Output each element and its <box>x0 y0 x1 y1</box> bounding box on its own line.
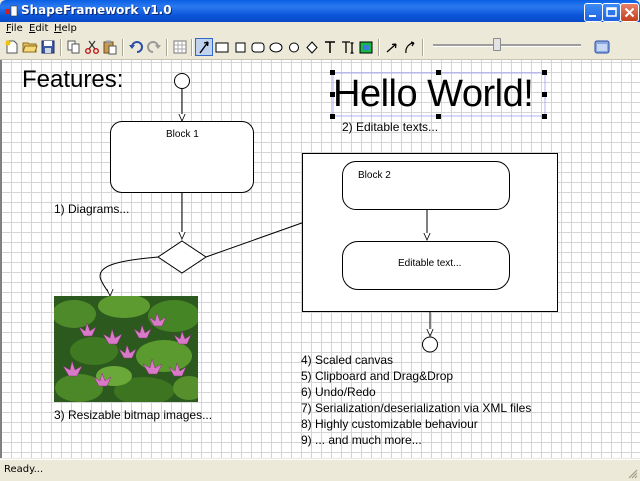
rounded-rect-tool-icon <box>251 42 265 53</box>
features-list-item: 4) Scaled canvas <box>301 353 394 367</box>
square-tool-icon <box>235 42 246 53</box>
minimize-button[interactable] <box>584 3 603 22</box>
redo-button[interactable] <box>146 39 162 55</box>
zoom-slider-track[interactable] <box>433 44 581 47</box>
cut-icon <box>85 40 99 54</box>
features-heading: Features: <box>22 66 124 93</box>
ellipse-tool-button[interactable] <box>268 39 284 55</box>
menu-help[interactable]: Help <box>54 22 77 36</box>
toolbar-separator <box>191 39 193 56</box>
block-1-label: Block 1 <box>166 129 199 140</box>
toolbar-separator <box>166 39 168 56</box>
save-icon <box>41 40 55 54</box>
zoom-slider-thumb[interactable] <box>493 38 501 51</box>
copy-icon <box>67 40 80 54</box>
features-list-item: 6) Undo/Redo <box>301 385 376 399</box>
editable-text-label: Editable text... <box>398 258 462 269</box>
toolbar <box>0 36 640 60</box>
diamond-tool-icon <box>306 41 318 54</box>
paste-button[interactable] <box>102 39 118 55</box>
hello-world-text[interactable]: Hello World! <box>333 72 534 116</box>
status-text: Ready... <box>4 464 44 475</box>
square-tool-button[interactable] <box>232 39 248 55</box>
text-tool-icon <box>325 41 335 53</box>
close-button[interactable] <box>620 3 639 22</box>
decision-diamond[interactable] <box>157 240 207 274</box>
bitmap-tool-icon <box>359 41 373 54</box>
window-title: ShapeFramework v1.0 <box>21 3 172 17</box>
title-bar[interactable]: ShapeFramework v1.0 <box>0 0 640 22</box>
menu-file[interactable]: File <box>6 22 23 36</box>
resize-grip-icon[interactable] <box>626 467 638 479</box>
block-2-label: Block 2 <box>358 170 391 181</box>
toolbar-separator <box>60 39 62 56</box>
toolbar-separator <box>422 39 424 56</box>
close-icon <box>624 7 635 18</box>
window-button[interactable] <box>594 39 610 55</box>
paste-icon <box>103 40 117 55</box>
features-list-item: 7) Serialization/deserialization via XML… <box>301 401 532 415</box>
status-bar: Ready... <box>0 459 640 481</box>
diagram-canvas[interactable]: Features: Hello World! 2) Editable texts… <box>0 60 640 458</box>
diamond-tool-button[interactable] <box>304 39 320 55</box>
cut-button[interactable] <box>84 39 100 55</box>
app-icon <box>5 5 18 17</box>
redo-icon <box>147 41 161 53</box>
grid-button[interactable] <box>172 39 188 55</box>
toolbar-separator <box>378 39 380 56</box>
curve-connection-tool-icon <box>405 41 415 54</box>
features-list: 4) Scaled canvas 5) Clipboard and Drag&D… <box>301 352 531 448</box>
features-list-item: 5) Clipboard and Drag&Drop <box>301 369 454 383</box>
connector-decision-image[interactable] <box>99 256 159 296</box>
toolbar-separator <box>122 39 124 56</box>
copy-button[interactable] <box>66 39 82 55</box>
rounded-rect-tool-button[interactable] <box>250 39 266 55</box>
rectangle-tool-icon <box>215 42 229 53</box>
pointer-tool-icon <box>199 41 209 54</box>
new-icon <box>5 40 18 54</box>
open-icon <box>22 42 38 53</box>
grid-icon <box>173 40 187 54</box>
undo-button[interactable] <box>128 39 144 55</box>
connection-tool-icon <box>386 43 397 53</box>
feature-diagrams: 1) Diagrams... <box>54 202 130 216</box>
maximize-icon <box>606 7 617 17</box>
undo-icon <box>129 41 143 53</box>
ellipse-tool-icon <box>269 42 283 53</box>
window-icon <box>594 40 610 54</box>
block-2[interactable]: Block 2 <box>342 161 510 210</box>
end-node[interactable] <box>422 336 438 353</box>
feature-bitmap-images: 3) Resizable bitmap images... <box>54 408 213 422</box>
pointer-tool-button[interactable] <box>195 38 213 56</box>
water-lily-bitmap[interactable] <box>54 296 198 402</box>
block-1[interactable]: Block 1 <box>110 121 254 193</box>
new-button[interactable] <box>4 39 20 55</box>
editable-text-tool-button[interactable] <box>340 39 356 55</box>
menu-edit[interactable]: Edit <box>29 22 48 36</box>
circle-tool-button[interactable] <box>286 39 302 55</box>
features-list-item: 9) ... and much more... <box>301 433 422 447</box>
feature-editable-texts: 2) Editable texts... <box>342 120 439 134</box>
open-button[interactable] <box>22 39 38 55</box>
maximize-button[interactable] <box>602 3 621 22</box>
connection-tool-button[interactable] <box>384 39 400 55</box>
save-button[interactable] <box>40 39 56 55</box>
bitmap-tool-button[interactable] <box>358 39 374 55</box>
circle-tool-icon <box>289 42 299 53</box>
features-list-item: 8) Highly customizable behaviour <box>301 417 478 431</box>
start-node[interactable] <box>174 73 190 89</box>
rectangle-tool-button[interactable] <box>214 39 230 55</box>
minimize-icon <box>589 15 596 17</box>
editable-text-block[interactable]: Editable text... <box>342 241 510 290</box>
curve-connection-tool-button[interactable] <box>402 39 418 55</box>
text-tool-button[interactable] <box>322 39 338 55</box>
menu-bar: File Edit Help <box>0 22 640 36</box>
editable-text-tool-icon <box>342 41 354 54</box>
